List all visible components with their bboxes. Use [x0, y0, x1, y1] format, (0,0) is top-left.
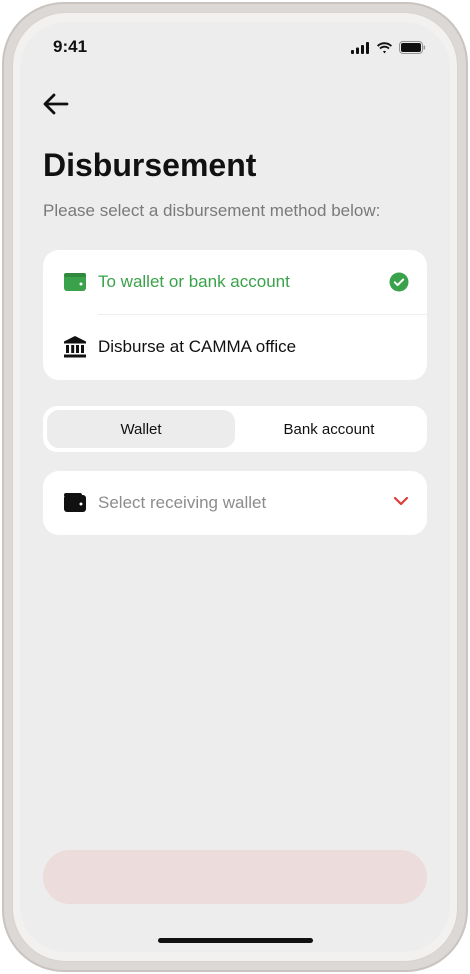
chevron-down-icon: [393, 496, 409, 506]
wallet-icon: [64, 493, 86, 512]
bank-building-icon: [64, 336, 86, 358]
tab-bank-account[interactable]: Bank account: [235, 410, 423, 448]
receiving-wallet-select[interactable]: Select receiving wallet: [43, 471, 427, 535]
method-option-camma-office[interactable]: Disburse at CAMMA office: [43, 315, 427, 379]
wallet-bank-tabs: Wallet Bank account: [43, 406, 427, 452]
page-subtitle: Please select a disbursement method belo…: [43, 201, 381, 220]
back-arrow-icon: [43, 93, 69, 115]
method-option-wallet-bank[interactable]: To wallet or bank account: [43, 250, 427, 314]
home-indicator: [158, 938, 313, 943]
method-label-wallet-bank: To wallet or bank account: [98, 272, 290, 291]
method-label-camma-office: Disburse at CAMMA office: [98, 337, 297, 356]
battery-icon: [399, 41, 426, 54]
wifi-icon: [377, 41, 392, 53]
continue-button[interactable]: [43, 850, 427, 904]
page-title: Disbursement: [43, 147, 257, 183]
cellular-signal-icon: [351, 41, 369, 54]
back-button[interactable]: [42, 92, 72, 118]
disbursement-method-card: To wallet or bank account Disburse at CA…: [43, 250, 427, 380]
status-time: 9:41: [53, 37, 88, 56]
checkmark-circle-icon: [389, 272, 409, 292]
tab-wallet[interactable]: Wallet: [47, 410, 235, 448]
app-screen: 9:41 Disbursement Please select a disbur…: [20, 22, 450, 952]
status-icons: [351, 41, 426, 54]
status-bar: 9:41: [20, 22, 450, 72]
wallet-select-placeholder: Select receiving wallet: [98, 493, 267, 512]
wallet-card-icon: [64, 273, 86, 291]
